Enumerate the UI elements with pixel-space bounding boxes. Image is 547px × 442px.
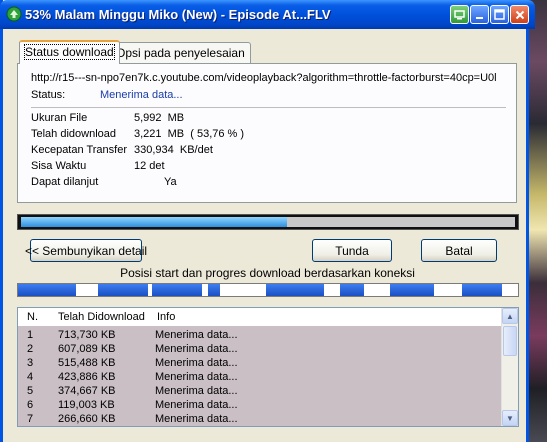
list-header: N. Telah Didownload Info [18, 308, 502, 326]
header-downloaded[interactable]: Telah Didownload [58, 311, 145, 323]
time-left-label: Sisa Waktu [31, 160, 87, 172]
row-number: 3 [27, 357, 34, 369]
status-label: Status: [31, 89, 66, 101]
background-desktop [527, 0, 547, 442]
time-left-value: 12 det [134, 160, 165, 172]
tab-status-download[interactable]: Status download [19, 40, 120, 64]
row-info: Menerima data... [155, 399, 238, 411]
minimize-icon[interactable] [470, 5, 489, 24]
progress-track [21, 217, 515, 227]
row-number: 7 [27, 413, 34, 425]
list-item[interactable]: 1 713,730 KB Menerima data... [18, 328, 502, 342]
cancel-button[interactable]: Batal [421, 239, 497, 262]
file-size-label: Ukuran File [31, 112, 88, 124]
row-downloaded: 515,488 KB [58, 357, 116, 369]
list-rows: 1 713,730 KB Menerima data... 2 607,089 KB Me… [18, 326, 502, 427]
row-number: 1 [27, 329, 34, 341]
download-url: http://r15---sn-npo7en7k.c.youtube.com/v… [31, 72, 497, 84]
tab-label: Status download [24, 44, 115, 60]
row-downloaded: 607,089 KB [58, 343, 116, 355]
close-icon[interactable] [510, 5, 529, 24]
window-title: 53% Malam Minggu Miko (New) - Episode At… [25, 7, 331, 22]
segment-3 [152, 284, 202, 296]
segment-2 [98, 284, 148, 296]
resumable-label: Dapat dilanjut [31, 176, 99, 188]
list-item[interactable]: 2 607,089 KB Menerima data... [18, 342, 502, 356]
row-number: 4 [27, 371, 34, 383]
row-info: Menerima data... [155, 357, 238, 369]
segment-7 [390, 284, 434, 296]
segment-6 [340, 284, 364, 296]
tray-icon[interactable] [450, 5, 469, 24]
progress-fill [21, 217, 287, 227]
file-size-value: 5,992 MB [134, 112, 185, 124]
pause-button[interactable]: Tunda [312, 239, 392, 262]
status-value: Menerima data... [100, 89, 183, 101]
header-info[interactable]: Info [157, 311, 175, 323]
list-item[interactable]: 7 266,660 KB Menerima data... [18, 412, 502, 426]
scroll-thumb[interactable] [503, 326, 517, 356]
header-number[interactable]: N. [27, 311, 38, 323]
row-number: 5 [27, 385, 34, 397]
connections-segment-bar [17, 283, 519, 297]
row-downloaded: 713,730 KB [58, 329, 116, 341]
row-downloaded: 119,003 KB [58, 399, 115, 411]
row-info: Menerima data... [155, 385, 238, 397]
list-scrollbar[interactable]: ▲ ▼ [501, 308, 518, 426]
title-bar[interactable]: 53% Malam Minggu Miko (New) - Episode At… [0, 0, 535, 29]
row-downloaded: 423,886 KB [58, 371, 116, 383]
segment-5 [266, 284, 324, 296]
segment-8 [462, 284, 502, 296]
list-item[interactable]: 6 119,003 KB Menerima data... [18, 398, 502, 412]
segment-1 [18, 284, 76, 296]
speed-value: 330,934 KB/det [134, 144, 213, 156]
row-info: Menerima data... [155, 371, 238, 383]
resumable-value: Ya [164, 176, 177, 188]
row-downloaded: 374,667 KB [58, 385, 116, 397]
downloaded-value: 3,221 MB ( 53,76 % ) [134, 128, 245, 140]
download-progress-bar [17, 214, 519, 230]
list-item[interactable]: 3 515,488 KB Menerima data... [18, 356, 502, 370]
row-number: 2 [27, 343, 34, 355]
row-number: 6 [27, 399, 34, 411]
maximize-icon[interactable] [490, 5, 509, 24]
hide-details-button[interactable]: << Sembunyikan detail [25, 239, 147, 262]
row-downloaded: 266,660 KB [58, 413, 116, 425]
speed-label: Kecepatan Transfer [31, 144, 128, 156]
app-icon [6, 6, 22, 22]
connections-list[interactable]: N. Telah Didownload Info 1 713,730 KB Mene… [17, 307, 519, 427]
downloaded-label: Telah didownload [31, 128, 117, 140]
scroll-down-icon[interactable]: ▼ [502, 410, 518, 426]
row-info: Menerima data... [155, 343, 238, 355]
download-window: 53% Malam Minggu Miko (New) - Episode At… [0, 0, 535, 442]
connections-caption: Posisi start dan progres download berdas… [120, 266, 415, 280]
tab-completion-options[interactable]: Opsi pada penyelesaian [110, 42, 251, 63]
row-info: Menerima data... [155, 413, 238, 425]
row-info: Menerima data... [155, 329, 238, 341]
tab-label: Opsi pada penyelesaian [116, 46, 245, 60]
list-item[interactable]: 4 423,886 KB Menerima data... [18, 370, 502, 384]
list-item[interactable]: 8265,303 KBMenerima data... [18, 426, 502, 427]
scroll-up-icon[interactable]: ▲ [502, 308, 518, 324]
list-item[interactable]: 5 374,667 KB Menerima data... [18, 384, 502, 398]
window-client: Status download Opsi pada penyelesaian h… [3, 29, 526, 442]
divider [31, 107, 506, 108]
segment-4 [208, 284, 220, 296]
status-panel: http://r15---sn-npo7en7k.c.youtube.com/v… [17, 63, 517, 203]
